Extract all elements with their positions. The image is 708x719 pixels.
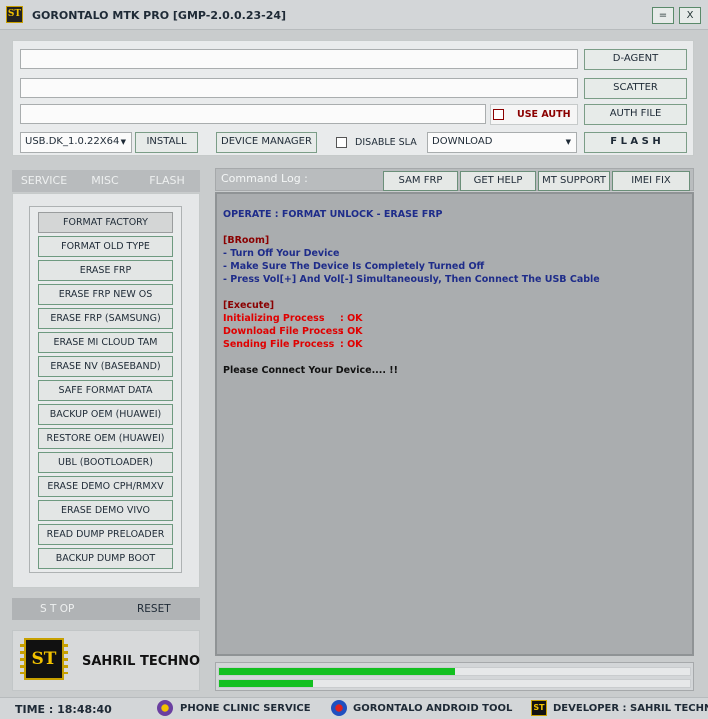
- log-execute-status: : OK: [340, 326, 363, 337]
- log-final-line: Please Connect Your Device.... !!: [223, 365, 398, 376]
- flash-button[interactable]: F L A S H: [584, 132, 687, 153]
- chevron-down-icon: ▼: [565, 138, 571, 146]
- reset-button[interactable]: RESET: [137, 603, 171, 615]
- chip-logo-icon: ST: [20, 638, 68, 680]
- primary-progress-bar: [218, 667, 691, 676]
- scatter-path-field[interactable]: [20, 78, 578, 98]
- use-auth-label: USE AUTH: [517, 109, 571, 120]
- erase-mi-cloud-button[interactable]: ERASE MI CLOUD TAM: [38, 332, 173, 353]
- tab-flash[interactable]: FLASH: [134, 170, 200, 192]
- auth-file-button[interactable]: AUTH FILE: [584, 104, 687, 125]
- backup-oem-button[interactable]: BACKUP OEM (HUAWEI): [38, 404, 173, 425]
- log-execute-title: [Execute]: [223, 300, 275, 311]
- restore-oem-button[interactable]: RESTORE OEM (HUAWEI): [38, 428, 173, 449]
- secondary-progress-fill: [219, 680, 314, 687]
- driver-select[interactable]: USB.DK_1.0.22X64 ▼: [20, 132, 132, 153]
- log-broom-line: - Turn Off Your Device: [223, 248, 340, 259]
- log-execute-label: Download File Process: [223, 326, 344, 337]
- imei-fix-button[interactable]: IMEI FIX: [612, 171, 690, 191]
- log-operate-line: OPERATE : FORMAT UNLOCK - ERASE FRP: [223, 209, 443, 220]
- log-broom-title: [BRoom]: [223, 235, 270, 246]
- format-old-type-button[interactable]: FORMAT OLD TYPE: [38, 236, 173, 257]
- device-manager-button[interactable]: DEVICE MANAGER: [216, 132, 317, 153]
- tab-service[interactable]: SERVICE: [12, 170, 76, 192]
- developer-logo-icon: ST: [531, 700, 547, 716]
- chevron-down-icon: ▼: [120, 138, 126, 146]
- sam-frp-button[interactable]: SAM FRP: [383, 171, 458, 191]
- disable-sla-checkbox[interactable]: [336, 137, 347, 148]
- read-dump-preloader-button[interactable]: READ DUMP PRELOADER: [38, 524, 173, 545]
- developer-label: DEVELOPER : SAHRIL TECHNO: [553, 703, 708, 714]
- log-execute-label: Initializing Process: [223, 313, 325, 324]
- driver-select-value: USB.DK_1.0.22X64: [25, 136, 120, 147]
- ubl-bootloader-button[interactable]: UBL (BOOTLOADER): [38, 452, 173, 473]
- command-log-title: Command Log :: [221, 172, 308, 185]
- mt-support-button[interactable]: MT SUPPORT: [538, 171, 610, 191]
- d-agent-path-field[interactable]: [20, 49, 578, 69]
- log-broom-line: - Make Sure The Device Is Completely Tur…: [223, 261, 485, 272]
- erase-demo-cph-button[interactable]: ERASE DEMO CPH/RMXV: [38, 476, 173, 497]
- backup-dump-boot-button[interactable]: BACKUP DUMP BOOT: [38, 548, 173, 569]
- log-execute-status: : OK: [340, 339, 363, 350]
- get-help-button[interactable]: GET HELP: [460, 171, 536, 191]
- gorontalo-logo-icon: [331, 700, 347, 716]
- tab-misc[interactable]: MISC: [76, 170, 134, 192]
- use-auth-checkbox[interactable]: [493, 109, 504, 120]
- mode-select-value: DOWNLOAD: [432, 136, 493, 147]
- window-title: GORONTALO MTK PRO [GMP-2.0.0.23-24]: [32, 9, 287, 22]
- auth-path-field[interactable]: [20, 104, 486, 124]
- time-display: TIME : 18:48:40: [15, 703, 112, 716]
- log-broom-line: - Press Vol[+] And Vol[-] Simultaneously…: [223, 274, 600, 285]
- close-button[interactable]: X: [679, 7, 701, 24]
- erase-nv-button[interactable]: ERASE NV (BASEBAND): [38, 356, 173, 377]
- erase-demo-vivo-button[interactable]: ERASE DEMO VIVO: [38, 500, 173, 521]
- erase-frp-button[interactable]: ERASE FRP: [38, 260, 173, 281]
- minimize-button[interactable]: =: [652, 7, 674, 24]
- chip-logo-text: ST: [31, 649, 57, 669]
- erase-frp-samsung-button[interactable]: ERASE FRP (SAMSUNG): [38, 308, 173, 329]
- clinic-logo-icon: [157, 700, 173, 716]
- brand-name: SAHRIL TECHNO: [82, 654, 201, 669]
- erase-frp-new-os-button[interactable]: ERASE FRP NEW OS: [38, 284, 173, 305]
- stop-button[interactable]: S T OP: [40, 603, 74, 615]
- disable-sla-label: DISABLE SLA: [355, 137, 417, 148]
- format-factory-button[interactable]: FORMAT FACTORY: [38, 212, 173, 233]
- gorontalo-tool-label: GORONTALO ANDROID TOOL: [353, 703, 513, 714]
- d-agent-button[interactable]: D-AGENT: [584, 49, 687, 70]
- primary-progress-fill: [219, 668, 455, 675]
- secondary-progress-bar: [218, 679, 691, 688]
- log-execute-label: Sending File Process: [223, 339, 335, 350]
- safe-format-data-button[interactable]: SAFE FORMAT DATA: [38, 380, 173, 401]
- phone-clinic-label: PHONE CLINIC SERVICE: [180, 703, 311, 714]
- log-execute-status: : OK: [340, 313, 363, 324]
- install-button[interactable]: INSTALL: [135, 132, 198, 153]
- app-logo-icon: ST: [6, 6, 23, 23]
- scatter-button[interactable]: SCATTER: [584, 78, 687, 99]
- mode-select[interactable]: DOWNLOAD ▼: [427, 132, 577, 153]
